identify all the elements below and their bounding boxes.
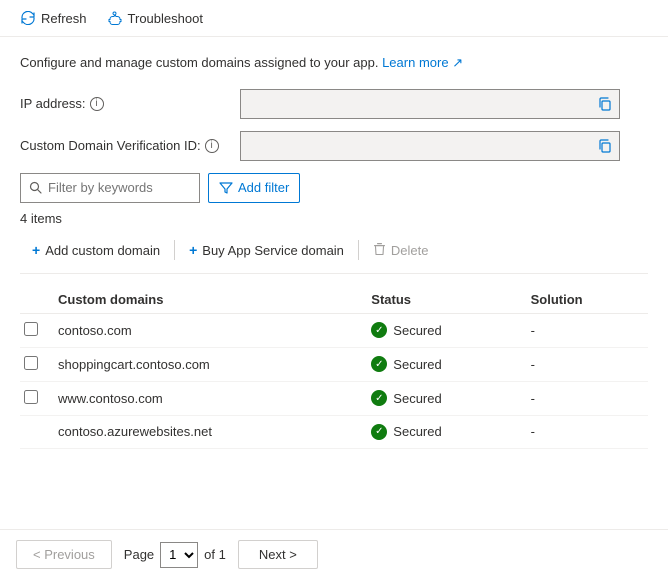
row-checkbox[interactable] xyxy=(24,356,38,370)
of-label: of 1 xyxy=(204,547,226,562)
status-cell: ✓ Secured xyxy=(363,347,522,381)
description-text: Configure and manage custom domains assi… xyxy=(20,53,648,73)
verification-id-input-wrap xyxy=(240,131,620,161)
row-checkbox-cell xyxy=(20,313,50,347)
refresh-label: Refresh xyxy=(41,11,87,26)
learn-more-label: Learn more xyxy=(382,55,448,70)
add-custom-domain-button[interactable]: + Add custom domain xyxy=(20,238,172,262)
header-custom-domains: Custom domains xyxy=(50,286,363,314)
next-button[interactable]: Next > xyxy=(238,540,318,569)
action-bar: + Add custom domain + Buy App Service do… xyxy=(20,238,648,274)
troubleshoot-label: Troubleshoot xyxy=(128,11,203,26)
row-checkbox[interactable] xyxy=(24,390,38,404)
add-custom-domain-icon: + xyxy=(32,242,40,258)
add-custom-domain-label: Add custom domain xyxy=(45,243,160,258)
add-filter-label: Add filter xyxy=(238,180,289,195)
ip-address-input[interactable] xyxy=(240,89,620,119)
external-link-icon: ↗ xyxy=(452,55,463,70)
troubleshoot-icon xyxy=(107,10,123,26)
filter-row: Add filter xyxy=(20,173,648,203)
status-text: Secured xyxy=(393,357,441,372)
page-label: Page 1 of 1 xyxy=(124,542,226,568)
secured-icon: ✓ xyxy=(371,390,387,406)
solution-cell: - xyxy=(523,381,648,415)
domain-cell: contoso.com xyxy=(50,313,363,347)
ip-address-info-icon[interactable]: i xyxy=(90,97,104,111)
items-count: 4 items xyxy=(20,211,648,226)
filter-input-wrap xyxy=(20,173,200,203)
solution-cell: - xyxy=(523,313,648,347)
description-static: Configure and manage custom domains assi… xyxy=(20,55,378,70)
buy-domain-icon: + xyxy=(189,242,197,258)
status-text: Secured xyxy=(393,323,441,338)
verification-id-copy-button[interactable] xyxy=(590,131,620,161)
status-cell: ✓ Secured xyxy=(363,313,522,347)
secured-icon: ✓ xyxy=(371,424,387,440)
verification-id-input[interactable] xyxy=(240,131,620,161)
search-icon xyxy=(29,181,42,194)
domains-table: Custom domains Status Solution contoso.c… xyxy=(20,286,648,449)
row-checkbox-cell xyxy=(20,381,50,415)
action-divider-1 xyxy=(174,240,175,260)
refresh-icon xyxy=(20,10,36,26)
verification-id-label: Custom Domain Verification ID: i xyxy=(20,138,240,153)
filter-input[interactable] xyxy=(48,180,191,195)
copy-icon-2 xyxy=(598,139,612,153)
delete-button[interactable]: Delete xyxy=(361,238,441,263)
status-text: Secured xyxy=(393,424,441,439)
domain-cell: shoppingcart.contoso.com xyxy=(50,347,363,381)
ip-address-copy-button[interactable] xyxy=(590,89,620,119)
status-cell: ✓ Secured xyxy=(363,381,522,415)
status-cell: ✓ Secured xyxy=(363,415,522,448)
toolbar: Refresh Troubleshoot xyxy=(0,0,668,37)
row-checkbox[interactable] xyxy=(24,322,38,336)
ip-address-row: IP address: i xyxy=(20,89,648,119)
delete-icon xyxy=(373,242,386,259)
main-content: Configure and manage custom domains assi… xyxy=(0,37,668,465)
solution-cell: - xyxy=(523,347,648,381)
buy-app-service-domain-label: Buy App Service domain xyxy=(202,243,344,258)
refresh-button[interactable]: Refresh xyxy=(12,6,95,30)
secured-icon: ✓ xyxy=(371,356,387,372)
header-status: Status xyxy=(363,286,522,314)
learn-more-link[interactable]: Learn more ↗ xyxy=(382,55,463,70)
page-select[interactable]: 1 xyxy=(160,542,198,568)
table-row: shoppingcart.contoso.com ✓ Secured - xyxy=(20,347,648,381)
copy-icon xyxy=(598,97,612,111)
table-body: contoso.com✓Secured-shoppingcart.contoso… xyxy=(20,313,648,448)
troubleshoot-button[interactable]: Troubleshoot xyxy=(99,6,211,30)
verification-id-info-icon[interactable]: i xyxy=(205,139,219,153)
previous-button[interactable]: < Previous xyxy=(16,540,112,569)
table-row: contoso.azurewebsites.net ✓ Secured - xyxy=(20,415,648,448)
table-row: contoso.com ✓ Secured - xyxy=(20,313,648,347)
domain-cell: contoso.azurewebsites.net xyxy=(50,415,363,448)
secured-icon: ✓ xyxy=(371,322,387,338)
table-row: www.contoso.com ✓ Secured - xyxy=(20,381,648,415)
delete-label: Delete xyxy=(391,243,429,258)
add-filter-button[interactable]: Add filter xyxy=(208,173,300,203)
table-header-row: Custom domains Status Solution xyxy=(20,286,648,314)
row-checkbox-cell xyxy=(20,347,50,381)
verification-id-row: Custom Domain Verification ID: i xyxy=(20,131,648,161)
row-checkbox-cell xyxy=(20,415,50,448)
status-text: Secured xyxy=(393,391,441,406)
header-solution: Solution xyxy=(523,286,648,314)
page-text: Page xyxy=(124,547,154,562)
table-header: Custom domains Status Solution xyxy=(20,286,648,314)
action-divider-2 xyxy=(358,240,359,260)
header-checkbox-cell xyxy=(20,286,50,314)
pagination-footer: < Previous Page 1 of 1 Next > xyxy=(0,529,668,579)
ip-address-label: IP address: i xyxy=(20,96,240,111)
solution-cell: - xyxy=(523,415,648,448)
ip-address-input-wrap xyxy=(240,89,620,119)
buy-app-service-domain-button[interactable]: + Buy App Service domain xyxy=(177,238,356,262)
domain-cell: www.contoso.com xyxy=(50,381,363,415)
filter-icon xyxy=(219,181,233,195)
